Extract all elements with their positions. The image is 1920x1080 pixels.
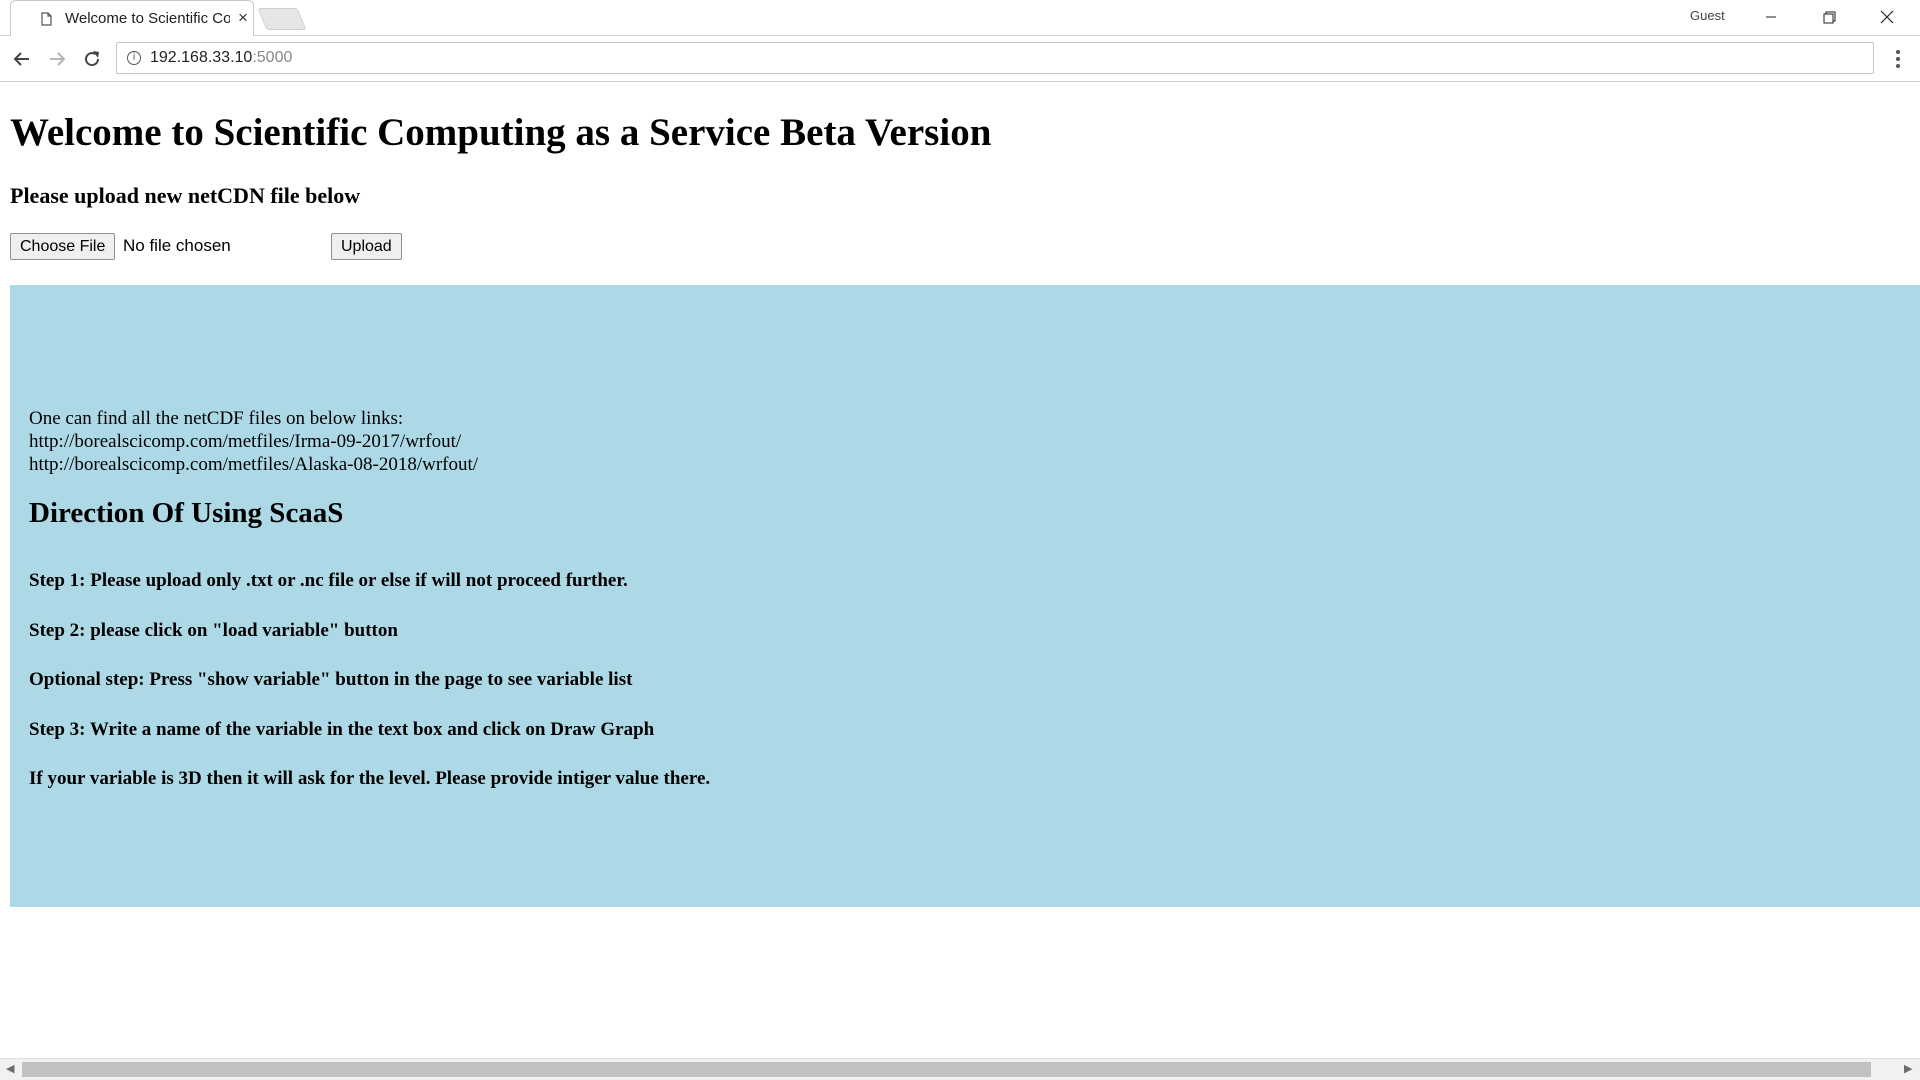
browser-tab[interactable]: Welcome to Scientific Computing as a Ser… — [10, 0, 254, 36]
url-port: :5000 — [252, 49, 293, 66]
step-2: Step 2: please click on "load variable" … — [29, 620, 398, 641]
forward-arrow-icon[interactable] — [44, 46, 70, 72]
restore-icon[interactable] — [1800, 0, 1858, 34]
tab-title: Welcome to Scientific Computing as a Ser… — [65, 10, 230, 27]
upload-prompt: Please upload new netCDN file below — [10, 183, 361, 208]
new-tab-button[interactable] — [257, 8, 307, 30]
profile-label[interactable]: Guest — [1690, 8, 1725, 23]
upload-button[interactable]: Upload — [331, 233, 402, 260]
close-window-icon[interactable] — [1858, 0, 1916, 34]
reload-icon[interactable] — [79, 46, 105, 72]
scroll-right-icon[interactable]: ▶ — [1904, 1062, 1912, 1075]
browser-toolbar: i 192.168.33.10:5000 — [0, 36, 1920, 82]
step-1: Step 1: Please upload only .txt or .nc f… — [29, 570, 628, 591]
horizontal-scrollbar[interactable]: ◀ ▶ — [0, 1058, 1920, 1080]
directions-heading: Direction Of Using ScaaS — [29, 497, 344, 529]
page-content: Welcome to Scientific Computing as a Ser… — [0, 82, 1920, 1060]
info-icon[interactable]: i — [127, 51, 141, 65]
info-panel: One can find all the netCDF files on bel… — [10, 285, 1920, 907]
links-block: One can find all the netCDF files on bel… — [29, 407, 478, 476]
tab-close-icon[interactable]: × — [238, 8, 248, 28]
url-text[interactable]: 192.168.33.10:5000 — [150, 49, 292, 67]
back-arrow-icon[interactable] — [9, 46, 35, 72]
netcdf-link-alaska: http://borealscicomp.com/metfiles/Alaska… — [29, 454, 479, 475]
page-icon — [41, 12, 52, 26]
scroll-left-icon[interactable]: ◀ — [6, 1062, 14, 1075]
step-3: Step 3: Write a name of the variable in … — [29, 719, 655, 740]
page-title: Welcome to Scientific Computing as a Ser… — [10, 111, 992, 154]
choose-file-button[interactable]: Choose File — [10, 233, 116, 260]
netcdf-link-irma: http://borealscicomp.com/metfiles/Irma-0… — [29, 431, 462, 452]
address-bar[interactable]: i 192.168.33.10:5000 — [116, 42, 1874, 74]
browser-titlebar: Welcome to Scientific Computing as a Ser… — [0, 0, 1920, 36]
kebab-menu-icon[interactable] — [1886, 46, 1910, 72]
scrollbar-thumb[interactable] — [22, 1062, 1871, 1077]
url-host: 192.168.33.10 — [150, 49, 253, 66]
file-status: No file chosen — [123, 236, 231, 255]
minimize-icon[interactable] — [1742, 0, 1800, 34]
step-optional: Optional step: Press "show variable" but… — [29, 669, 633, 690]
step-3d-note: If your variable is 3D then it will ask … — [29, 768, 711, 789]
links-intro: One can find all the netCDF files on bel… — [29, 408, 404, 429]
